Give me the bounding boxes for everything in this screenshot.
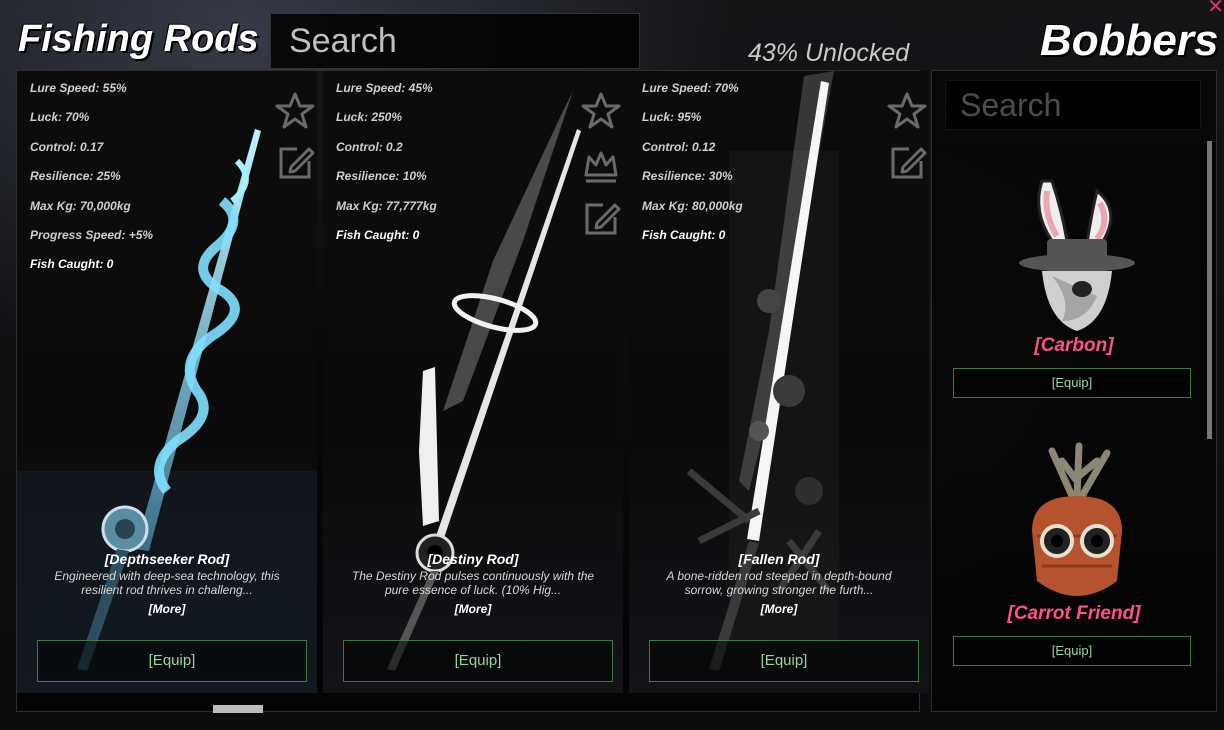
rod-search-input[interactable] <box>270 13 640 69</box>
rod-stat: Max Kg: 70,000kg <box>30 198 131 213</box>
bobber-name: [Carbon] <box>1034 335 1114 356</box>
rod-stats: Lure Speed: 55% Luck: 70% Control: 0.17 … <box>30 79 153 285</box>
bobber-name: [Carrot Friend] <box>1007 603 1141 624</box>
edit-icon[interactable] <box>887 143 927 183</box>
rod-description: The Destiny Rod pulses continuously with… <box>351 569 595 597</box>
equip-rod-button[interactable]: [Equip] <box>343 640 613 682</box>
rod-stat: Control: 0.17 <box>30 139 104 154</box>
rod-card-fallen: Lure Speed: 70% Luck: 95% Control: 0.12 … <box>629 71 929 693</box>
rod-stats: Lure Speed: 45% Luck: 250% Control: 0.2 … <box>336 79 437 255</box>
rod-stat: Luck: 250% <box>336 110 403 125</box>
carbon-bobber-image <box>1019 179 1135 331</box>
rod-stat: Progress Speed: +5% <box>30 227 154 242</box>
fish-caught: Fish Caught: 0 <box>336 227 420 242</box>
rod-card-destiny: Lure Speed: 45% Luck: 250% Control: 0.2 … <box>323 71 623 693</box>
horizontal-scrollbar[interactable] <box>213 705 263 713</box>
rod-stat: Resilience: 10% <box>336 169 427 184</box>
rod-description: A bone-ridden rod steeped in depth-bound… <box>666 569 892 597</box>
edit-icon[interactable] <box>275 143 315 183</box>
fish-caught: Fish Caught: 0 <box>642 227 726 242</box>
rod-name: [Destiny Rod] <box>427 551 519 567</box>
star-icon[interactable] <box>581 91 621 131</box>
carrot-friend-bobber-image <box>1032 442 1122 596</box>
rod-stat: Control: 0.2 <box>336 139 403 154</box>
equip-bobber-button[interactable]: [Equip] <box>953 368 1191 398</box>
rod-name: [Depthseeker Rod] <box>104 551 230 567</box>
star-icon[interactable] <box>887 91 927 131</box>
edit-icon[interactable] <box>581 199 621 239</box>
bobbers-panel: [Carbon] [Equip] [Carrot Friend] [Equip] <box>931 70 1217 712</box>
crown-icon[interactable] <box>581 147 621 187</box>
rod-stats: Lure Speed: 70% Luck: 95% Control: 0.12 … <box>642 79 743 255</box>
rods-panel: Lure Speed: 55% Luck: 70% Control: 0.17 … <box>16 70 929 713</box>
rod-name: [Fallen Rod] <box>738 551 820 567</box>
bobbers-title: Bobbers <box>1040 16 1219 65</box>
rod-stat: Lure Speed: 55% <box>30 81 127 95</box>
rod-stat: Luck: 70% <box>30 110 90 125</box>
rod-stat: Lure Speed: 70% <box>642 81 739 95</box>
unlocked-percent: 43% Unlocked <box>748 39 910 67</box>
rod-stat: Resilience: 30% <box>642 169 733 184</box>
rod-stat: Lure Speed: 45% <box>336 81 433 95</box>
rod-description: Engineered with deep-sea technology, thi… <box>54 569 280 597</box>
close-icon[interactable]: ✕ <box>1207 0 1224 19</box>
rod-stat: Luck: 95% <box>642 110 702 125</box>
rod-stat: Control: 0.12 <box>642 139 716 154</box>
equip-rod-button[interactable]: [Equip] <box>37 640 307 682</box>
rod-stat: Max Kg: 77,777kg <box>336 198 437 213</box>
more-button[interactable]: [More] <box>17 602 317 616</box>
equip-bobber-button[interactable]: [Equip] <box>953 636 1191 666</box>
vertical-scrollbar[interactable] <box>1207 141 1212 439</box>
more-button[interactable]: [More] <box>323 602 623 616</box>
more-button[interactable]: [More] <box>629 602 929 616</box>
rod-card-depthseeker: Lure Speed: 55% Luck: 70% Control: 0.17 … <box>17 71 317 693</box>
equip-rod-button[interactable]: [Equip] <box>649 640 919 682</box>
rod-stat: Max Kg: 80,000kg <box>642 198 743 213</box>
fishing-rods-title: Fishing Rods <box>18 18 259 60</box>
star-icon[interactable] <box>275 91 315 131</box>
fish-caught: Fish Caught: 0 <box>30 257 114 272</box>
rod-stat: Resilience: 25% <box>30 169 121 184</box>
